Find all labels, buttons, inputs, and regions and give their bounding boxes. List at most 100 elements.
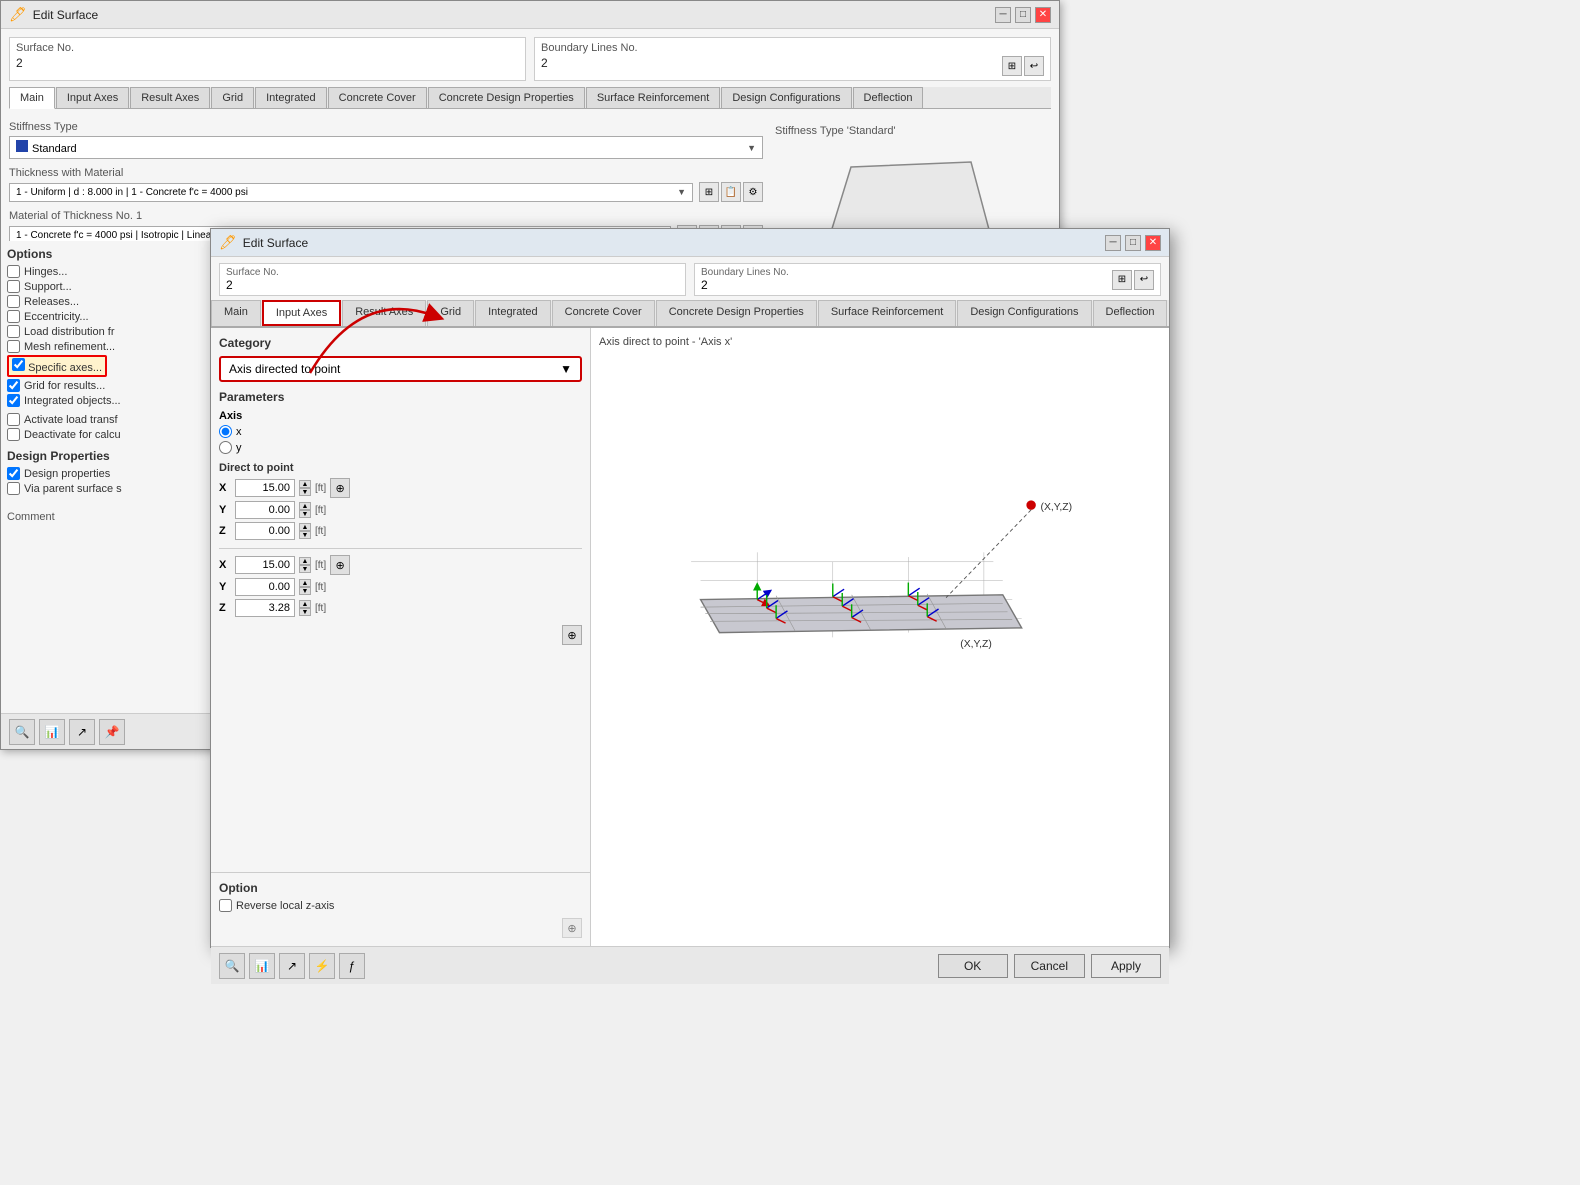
fg-tab-concrete-design[interactable]: Concrete Design Properties	[656, 300, 817, 326]
bg-boundary-icons: ⊞ ↩	[1002, 56, 1044, 76]
option-load-dist: Load distribution fr	[7, 325, 204, 338]
bg-tab-main[interactable]: Main	[9, 87, 55, 109]
bg-boundary-icon2[interactable]: ↩	[1024, 56, 1044, 76]
apply-button[interactable]: Apply	[1091, 954, 1161, 978]
bg-thickness-icon3[interactable]: ⚙	[743, 182, 763, 202]
support-checkbox[interactable]	[7, 280, 20, 293]
fg-dtp-label: Direct to point	[219, 462, 582, 474]
eccentricity-checkbox[interactable]	[7, 310, 20, 323]
fg-maximize-btn[interactable]: □	[1125, 235, 1141, 251]
bg-tab-surface-reinf[interactable]: Surface Reinforcement	[586, 87, 721, 108]
fg-left-panel: Category Axis directed to point ▼ Parame…	[211, 328, 591, 946]
option-hinges: Hinges...	[7, 265, 204, 278]
bg-toolbar-search[interactable]: 🔍	[9, 719, 35, 745]
fg-reverse-z-item: Reverse local z-axis	[219, 899, 582, 912]
bg-tab-grid[interactable]: Grid	[211, 87, 254, 108]
fg-spin-dn-y2[interactable]: ▼	[299, 587, 311, 595]
fg-axis-x-radio[interactable]	[219, 425, 232, 438]
bg-stiffness-dropdown[interactable]: Standard ▼	[9, 136, 763, 159]
bg-tab-design-config[interactable]: Design Configurations	[721, 87, 851, 108]
fg-spin-up-y1[interactable]: ▲	[299, 502, 311, 510]
hinges-checkbox[interactable]	[7, 265, 20, 278]
fg-spin-up-x1[interactable]: ▲	[299, 480, 311, 488]
bg-tab-concrete-design[interactable]: Concrete Design Properties	[428, 87, 585, 108]
bg-tab-integrated[interactable]: Integrated	[255, 87, 327, 108]
fg-edit-icon: 🖊	[219, 234, 237, 251]
fg-tab-design-config[interactable]: Design Configurations	[957, 300, 1091, 326]
load-dist-checkbox[interactable]	[7, 325, 20, 338]
fg-eyedropper2[interactable]: ⊕	[330, 555, 350, 575]
fg-boundary-icons: ⊞ ↩	[1112, 267, 1154, 292]
fg-category-dropdown[interactable]: Axis directed to point ▼	[219, 356, 582, 382]
fg-coord-x2-input[interactable]	[235, 556, 295, 574]
bg-tab-input-axes[interactable]: Input Axes	[56, 87, 129, 108]
fg-reverse-z-checkbox[interactable]	[219, 899, 232, 912]
fg-coord-y2-input[interactable]	[235, 578, 295, 596]
fg-coord-y1-input[interactable]	[235, 501, 295, 519]
fg-spin-dn-y1[interactable]: ▼	[299, 510, 311, 518]
bg-minimize-btn[interactable]: ─	[995, 7, 1011, 23]
fg-minimize-btn[interactable]: ─	[1105, 235, 1121, 251]
fg-tab-deflection[interactable]: Deflection	[1093, 300, 1168, 326]
bg-toolbar-arrow[interactable]: ↗	[69, 719, 95, 745]
bg-tab-result-axes[interactable]: Result Axes	[130, 87, 210, 108]
fg-preview-title: Axis direct to point - 'Axis x'	[599, 336, 1161, 348]
releases-checkbox[interactable]	[7, 295, 20, 308]
bg-tab-concrete-cover[interactable]: Concrete Cover	[328, 87, 427, 108]
fg-spin-up-x2[interactable]: ▲	[299, 557, 311, 565]
fg-tab-integrated[interactable]: Integrated	[475, 300, 551, 326]
bg-toolbar-pin[interactable]: 📌	[99, 719, 125, 745]
bg-thickness-icon1[interactable]: ⊞	[699, 182, 719, 202]
fg-toolbar-lightning[interactable]: ⚡	[309, 953, 335, 979]
fg-tab-result-axes[interactable]: Result Axes	[342, 300, 426, 326]
fg-toolbar-arrow[interactable]: ↗	[279, 953, 305, 979]
bg-stiffness-label: Stiffness Type	[9, 121, 763, 133]
fg-boundary-icon2[interactable]: ↩	[1134, 270, 1154, 290]
fg-coord-z1-spin: ▲ ▼	[299, 523, 311, 539]
grid-results-checkbox[interactable]	[7, 379, 20, 392]
mesh-ref-checkbox[interactable]	[7, 340, 20, 353]
cancel-button[interactable]: Cancel	[1014, 954, 1085, 978]
bg-toolbar-chart[interactable]: 📊	[39, 719, 65, 745]
fg-spin-up-y2[interactable]: ▲	[299, 579, 311, 587]
fg-tab-grid[interactable]: Grid	[427, 300, 474, 326]
fg-toolbar-search[interactable]: 🔍	[219, 953, 245, 979]
bg-thickness-dropdown[interactable]: 1 - Uniform | d : 8.000 in | 1 - Concret…	[9, 183, 693, 202]
fg-toolbar-chart[interactable]: 📊	[249, 953, 275, 979]
fg-extra-btn[interactable]: ⊕	[562, 625, 582, 645]
fg-eyedropper1[interactable]: ⊕	[330, 478, 350, 498]
fg-toolbar-func[interactable]: ƒ	[339, 953, 365, 979]
ok-button[interactable]: OK	[938, 954, 1008, 978]
fg-coord-z2-input[interactable]	[235, 599, 295, 617]
specific-axes-checkbox[interactable]	[12, 358, 25, 371]
fg-window-controls: ─ □ ✕	[1105, 235, 1161, 251]
fg-spin-dn-z1[interactable]: ▼	[299, 531, 311, 539]
deactivate-checkbox[interactable]	[7, 428, 20, 441]
bg-tab-deflection[interactable]: Deflection	[853, 87, 924, 108]
fg-spin-dn-z2[interactable]: ▼	[299, 608, 311, 616]
bg-close-btn[interactable]: ✕	[1035, 7, 1051, 23]
bg-boundary-icon1[interactable]: ⊞	[1002, 56, 1022, 76]
fg-tab-surface-reinf[interactable]: Surface Reinforcement	[818, 300, 957, 326]
fg-tab-concrete-cover[interactable]: Concrete Cover	[552, 300, 655, 326]
bg-maximize-btn[interactable]: □	[1015, 7, 1031, 23]
fg-tab-main[interactable]: Main	[211, 300, 261, 326]
fg-spin-up-z1[interactable]: ▲	[299, 523, 311, 531]
bg-thickness-icon2[interactable]: 📋	[721, 182, 741, 202]
fg-option-eyedropper[interactable]: ⊕	[562, 918, 582, 938]
fg-preview-canvas: (X,Y,Z) (X,Y,Z)	[599, 354, 1161, 694]
fg-close-btn[interactable]: ✕	[1145, 235, 1161, 251]
activate-load-checkbox[interactable]	[7, 413, 20, 426]
integrated-checkbox[interactable]	[7, 394, 20, 407]
design-props-checkbox[interactable]	[7, 467, 20, 480]
fg-boundary-icon1[interactable]: ⊞	[1112, 270, 1132, 290]
fg-axis-y-radio[interactable]	[219, 441, 232, 454]
fg-spin-up-z2[interactable]: ▲	[299, 600, 311, 608]
fg-tab-input-axes[interactable]: Input Axes	[262, 300, 341, 326]
via-parent-checkbox[interactable]	[7, 482, 20, 495]
fg-coord-x1-input[interactable]	[235, 479, 295, 497]
fg-coord-z1-input[interactable]	[235, 522, 295, 540]
bg-tabs: Main Input Axes Result Axes Grid Integra…	[9, 87, 1051, 109]
fg-spin-dn-x1[interactable]: ▼	[299, 488, 311, 496]
fg-spin-dn-x2[interactable]: ▼	[299, 565, 311, 573]
